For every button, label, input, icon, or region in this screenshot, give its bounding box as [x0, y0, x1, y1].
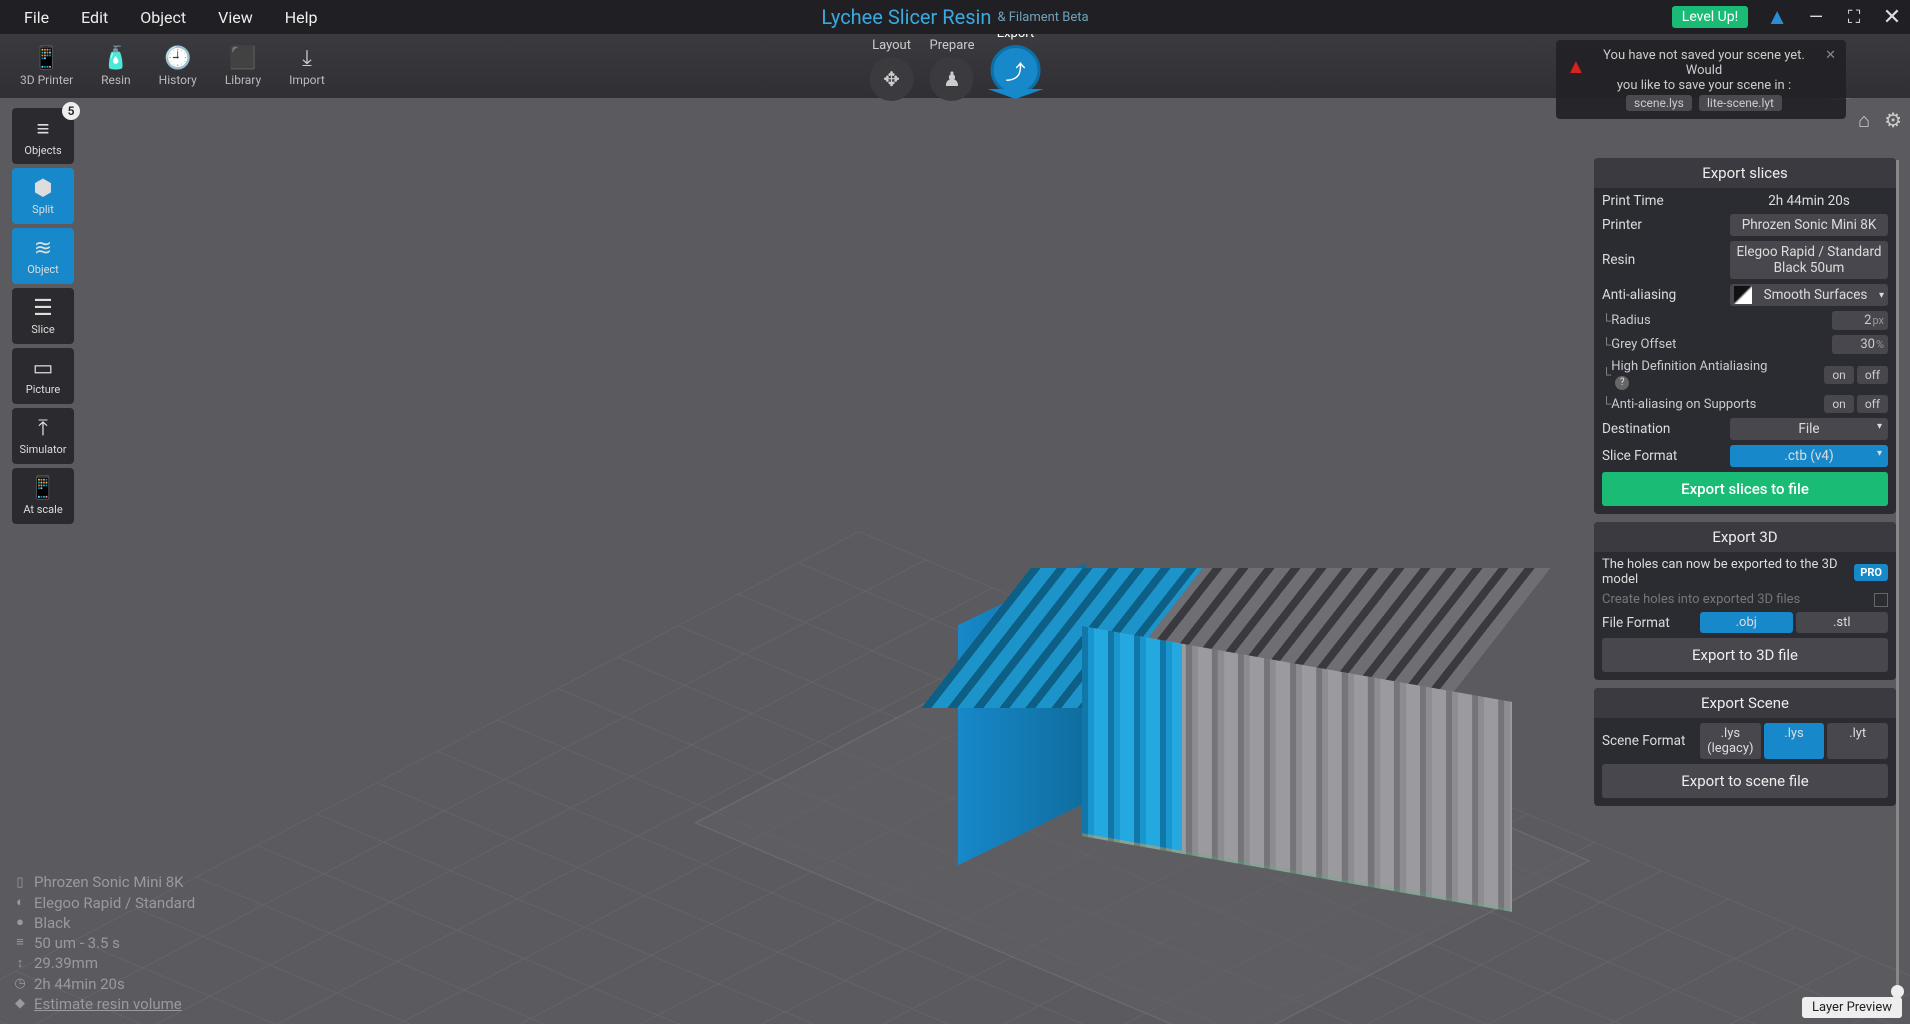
tb-history[interactable]: 🕘History	[147, 41, 209, 91]
tb-3dprinter[interactable]: 📱3D Printer	[8, 41, 85, 91]
menu-bar: File Edit Object View Help Lychee Slicer…	[0, 0, 1910, 34]
sb-object[interactable]: ≋Object	[12, 228, 74, 284]
prepare-icon: ♟	[930, 57, 974, 101]
app-title: Lychee Slicer Resin& Filament Beta	[821, 5, 1088, 29]
stage-layout[interactable]: Layout✥	[870, 38, 914, 101]
resin-dropdown[interactable]: Elegoo Rapid / Standard Black 50um	[1730, 241, 1888, 279]
export-3d-button[interactable]: Export to 3D file	[1602, 638, 1888, 672]
aas-toggle[interactable]: onoff	[1824, 395, 1888, 413]
objects-badge: 5	[62, 102, 80, 120]
clock-icon: ◷	[12, 975, 28, 993]
volume-icon: ◆	[12, 995, 28, 1013]
menu-view[interactable]: View	[202, 8, 269, 27]
color-icon: ●	[12, 914, 28, 932]
slice-icon: ☰	[33, 296, 53, 321]
export-3d-title: Export 3D	[1594, 522, 1896, 552]
3d-model[interactable]	[960, 568, 1520, 908]
warning-icon[interactable]: ▲	[1766, 4, 1788, 30]
chip-scene-lys[interactable]: scene.lys	[1626, 95, 1692, 111]
menu-help[interactable]: Help	[269, 8, 334, 27]
height-icon: ↕	[12, 955, 28, 973]
estimate-volume-link[interactable]: Estimate resin volume	[34, 994, 182, 1014]
sb-objects[interactable]: 5≡Objects	[12, 108, 74, 164]
create-holes-checkbox[interactable]	[1874, 593, 1888, 607]
opt-obj[interactable]: .obj	[1700, 612, 1793, 633]
sidebar: 5≡Objects ⬢Split ≋Object ☰Slice ▭Picture…	[12, 108, 74, 524]
opt-lyt[interactable]: .lyt	[1827, 723, 1888, 759]
sb-split[interactable]: ⬢Split	[12, 168, 74, 224]
layout-icon: ✥	[870, 57, 914, 101]
stage-export[interactable]: Export⤴	[990, 30, 1040, 95]
cube-icon: ⬢	[33, 176, 52, 201]
sb-slice[interactable]: ☰Slice	[12, 288, 74, 344]
picture-icon: ▭	[33, 356, 54, 381]
export-scene-card: Export Scene Scene Format .lys (legacy) …	[1594, 688, 1896, 806]
export-3d-card: Export 3D The holes can now be exported …	[1594, 522, 1896, 680]
tb-library[interactable]: ⬛Library	[213, 41, 273, 91]
layer-icon: ≡	[12, 934, 28, 952]
library-icon: ⬛	[229, 45, 256, 71]
maximize-icon[interactable]: ⛶	[1844, 7, 1864, 28]
export-scene-title: Export Scene	[1594, 688, 1896, 718]
sb-atscale[interactable]: 📱At scale	[12, 468, 74, 524]
printer-sm-icon: ▯	[12, 874, 28, 892]
export-icon: ⤴	[990, 45, 1040, 95]
resin-icon: 🧴	[102, 45, 129, 71]
export-slices-card: Export slices Print Time2h 44min 20s Pri…	[1594, 158, 1896, 514]
greyoffset-input[interactable]: 30%	[1832, 335, 1888, 354]
tb-import[interactable]: ⤓Import	[277, 41, 337, 91]
gear-icon[interactable]: ⚙	[1884, 108, 1902, 133]
aa-swatch-icon	[1734, 286, 1752, 304]
printer-dropdown[interactable]: Phrozen Sonic Mini 8K	[1730, 214, 1888, 236]
chip-lite-scene-lyt[interactable]: lite-scene.lyt	[1699, 95, 1782, 111]
antialiasing-dropdown[interactable]: Smooth Surfaces▾	[1730, 284, 1888, 306]
close-notif-icon[interactable]: ✕	[1825, 48, 1836, 63]
close-icon[interactable]: ✕	[1882, 5, 1902, 30]
save-notification: ▲ ✕ You have not saved your scene yet. W…	[1556, 40, 1846, 119]
levelup-button[interactable]: Level Up!	[1672, 6, 1748, 28]
history-icon: 🕘	[164, 45, 191, 71]
radius-input[interactable]: 2px	[1832, 311, 1888, 330]
help-icon[interactable]: ?	[1615, 376, 1629, 390]
hdaa-toggle[interactable]: onoff	[1824, 366, 1888, 384]
bottom-info: ▯Phrozen Sonic Mini 8K ◐Elegoo Rapid / S…	[12, 872, 195, 1014]
list-icon: ≡	[37, 116, 50, 142]
simulator-icon: ⤒	[38, 416, 48, 441]
opt-lys-legacy[interactable]: .lys (legacy)	[1700, 723, 1761, 759]
atscale-icon: 📱	[29, 476, 56, 501]
slice-format-dropdown[interactable]: .ctb (v4)	[1730, 445, 1888, 467]
menu-file[interactable]: File	[8, 8, 65, 27]
export-slices-button[interactable]: Export slices to file	[1602, 472, 1888, 506]
print-time-value: 2h 44min 20s	[1730, 193, 1888, 209]
tb-resin[interactable]: 🧴Resin	[89, 41, 143, 91]
sb-simulator[interactable]: ⤒Simulator	[12, 408, 74, 464]
opt-stl[interactable]: .stl	[1796, 612, 1889, 633]
export-slices-title: Export slices	[1594, 158, 1896, 188]
alert-icon: ▲	[1566, 54, 1586, 79]
menu-edit[interactable]: Edit	[65, 8, 124, 27]
menu-object[interactable]: Object	[124, 8, 202, 27]
import-icon: ⤓	[302, 45, 312, 71]
destination-dropdown[interactable]: File	[1730, 418, 1888, 440]
layers-icon: ≋	[34, 236, 52, 261]
printer-icon: 📱	[33, 45, 60, 71]
stage-prepare[interactable]: Prepare♟	[930, 38, 975, 101]
layer-preview-tooltip: Layer Preview	[1802, 997, 1902, 1018]
drop-icon: ◐	[12, 894, 28, 912]
export-scene-button[interactable]: Export to scene file	[1602, 764, 1888, 798]
opt-lys[interactable]: .lys	[1764, 723, 1825, 759]
minimize-icon[interactable]: —	[1806, 7, 1826, 28]
home-icon[interactable]: ⌂	[1858, 108, 1870, 133]
sb-picture[interactable]: ▭Picture	[12, 348, 74, 404]
pro-badge: PRO	[1854, 564, 1888, 581]
